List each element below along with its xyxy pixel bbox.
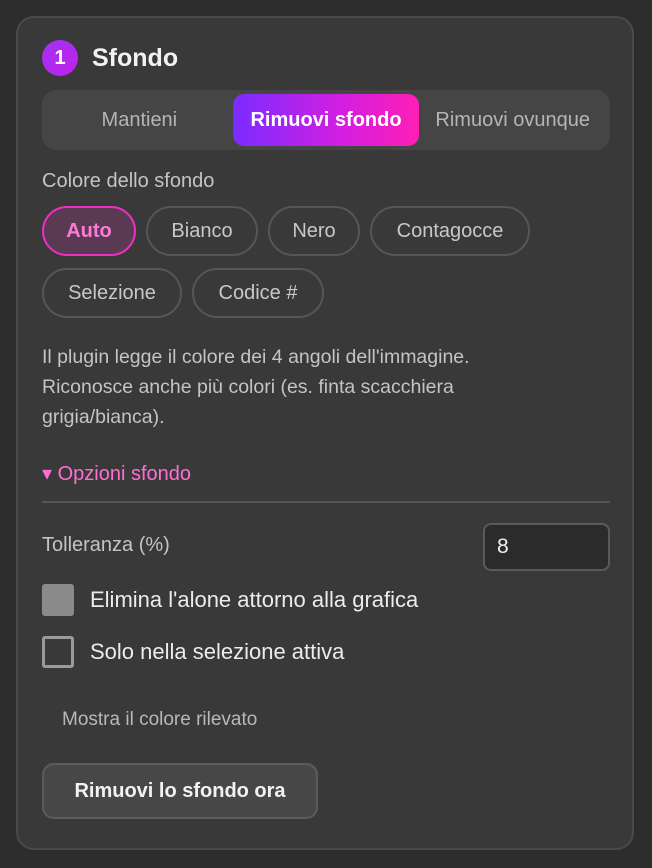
divider xyxy=(42,501,610,503)
section-title: Sfondo xyxy=(92,43,179,72)
chip-auto[interactable]: Auto xyxy=(42,206,136,256)
selection-checkbox[interactable] xyxy=(42,636,74,668)
chip-codice[interactable]: Codice # xyxy=(192,268,324,318)
show-detected-color-link[interactable]: Mostra il colore rilevato xyxy=(62,709,257,731)
tolerance-input[interactable] xyxy=(483,523,610,571)
chip-bianco[interactable]: Bianco xyxy=(146,206,258,256)
background-options-toggle[interactable]: ▾ Opzioni sfondo xyxy=(42,461,191,486)
chip-selezione[interactable]: Selezione xyxy=(42,268,182,318)
tab-rimuovi-ovunque[interactable]: Rimuovi ovunque xyxy=(419,94,606,146)
mode-segmented-control: Mantieni Rimuovi sfondo Rimuovi ovunque xyxy=(42,90,610,150)
bg-color-label: Colore dello sfondo xyxy=(42,170,215,192)
description-text: Il plugin legge il colore dei 4 angoli d… xyxy=(42,346,470,428)
step-badge: 1 xyxy=(42,40,78,76)
selection-checkbox-row[interactable]: Solo nella selezione attiva xyxy=(42,636,344,668)
section-header: 1 Sfondo xyxy=(42,40,178,76)
selection-checkbox-label: Solo nella selezione attiva xyxy=(90,639,345,664)
background-panel: 1 Sfondo Mantieni Rimuovi sfondo Rimuovi… xyxy=(16,16,634,850)
tab-mantieni[interactable]: Mantieni xyxy=(46,94,233,146)
halo-checkbox-label: Elimina l'alone attorno alla grafica xyxy=(90,587,419,612)
chip-nero[interactable]: Nero xyxy=(268,206,360,256)
tolerance-label: Tolleranza (%) xyxy=(42,534,170,556)
halo-checkbox-row[interactable]: Elimina l'alone attorno alla grafica xyxy=(42,584,418,616)
halo-checkbox[interactable] xyxy=(42,584,74,616)
tab-rimuovi-sfondo[interactable]: Rimuovi sfondo xyxy=(232,94,420,146)
remove-background-button[interactable]: Rimuovi lo sfondo ora xyxy=(42,763,318,819)
chip-contagocce[interactable]: Contagocce xyxy=(370,206,530,256)
